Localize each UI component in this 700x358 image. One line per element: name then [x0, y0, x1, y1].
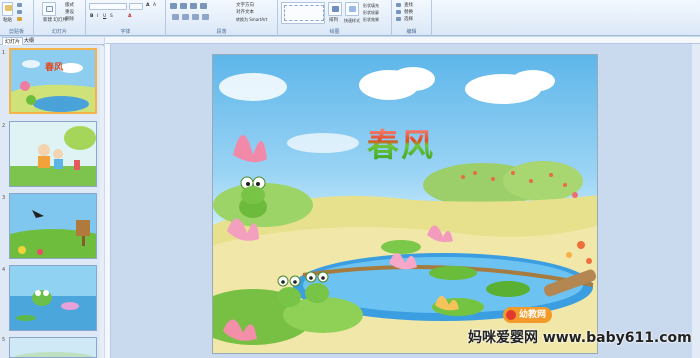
smartart-button[interactable]: 转换为 SmartArt	[236, 17, 267, 22]
tab-outline[interactable]: 大纲	[22, 37, 36, 45]
shape-fill-button[interactable]: 形状填充	[363, 3, 379, 8]
clipboard-icon	[5, 5, 12, 11]
arrange-label: 排列	[329, 18, 338, 23]
paste-button[interactable]	[2, 2, 13, 16]
bold-icon[interactable]: B	[90, 14, 93, 19]
select-icon	[396, 17, 401, 21]
arrange-icon	[332, 6, 339, 12]
tab-slides[interactable]: 幻灯片	[2, 37, 24, 45]
find-button[interactable]: 查找	[404, 3, 413, 8]
slides-group-label: 幻灯片	[51, 29, 67, 35]
select-button[interactable]: 选择	[404, 17, 413, 22]
slide-logo-text: 幼教网	[519, 310, 547, 320]
editing-group: 查找 替换 选择 编辑	[392, 0, 432, 36]
editing-group-label: 编辑	[406, 29, 417, 35]
slide-5-preview	[10, 338, 96, 357]
text-direction-button[interactable]: 文字方向	[236, 3, 254, 8]
slide-title[interactable]: 春风	[367, 120, 435, 166]
slide-number: 3	[2, 195, 6, 201]
site-watermark: 妈咪爱婴网 www.baby611.com	[468, 330, 692, 346]
quick-styles-button[interactable]	[345, 2, 359, 16]
underline-icon[interactable]: U	[103, 14, 106, 19]
shapes-gallery[interactable]	[281, 2, 325, 24]
replace-icon	[396, 10, 401, 14]
slide-thumbnail-1[interactable]: 春风	[9, 48, 97, 114]
replace-button[interactable]: 替换	[404, 10, 413, 15]
shape-outline-button[interactable]: 形状轮廓	[363, 10, 379, 15]
ribbon: 粘贴 剪贴板 新建 幻灯片 版式 重设 删除 幻灯片 A A B I U S A…	[0, 0, 700, 36]
slide-1-title: 春风	[45, 63, 64, 73]
font-color-icon[interactable]: A	[128, 14, 131, 19]
vertical-ruler	[105, 44, 111, 358]
drawing-group: 排列 快速样式 形状填充 形状轮廓 形状效果 绘图	[278, 0, 392, 36]
new-slide-icon	[46, 6, 53, 12]
slide-thumbnail-5[interactable]	[9, 337, 97, 358]
align-left-icon[interactable]	[172, 14, 179, 20]
slide-thumbnail-4[interactable]	[9, 265, 97, 331]
shape-effects-button[interactable]: 形状效果	[363, 17, 379, 22]
panel-tabs: 幻灯片 大纲	[0, 37, 104, 45]
find-icon	[396, 3, 401, 7]
paragraph-group: 文字方向 对齐文本 转换为 SmartArt 段落	[166, 0, 278, 36]
delete-button[interactable]: 删除	[65, 17, 74, 22]
slide-number: 5	[2, 337, 6, 343]
paragraph-group-label: 段落	[216, 29, 227, 35]
apple-icon	[506, 310, 516, 320]
shapes-icon	[284, 5, 324, 21]
slide-4-preview	[10, 266, 96, 330]
italic-icon[interactable]: I	[97, 14, 98, 19]
font-group-label: 字体	[120, 29, 131, 35]
slide-logo: 幼教网	[503, 307, 553, 323]
drawing-group-label: 绘图	[329, 29, 340, 35]
slides-panel: 幻灯片 大纲 1 春风 2 3 4 5	[0, 37, 104, 358]
vertical-scrollbar[interactable]	[692, 44, 700, 358]
horizontal-ruler	[105, 37, 700, 44]
new-slide-button[interactable]	[42, 2, 56, 16]
grow-font-icon[interactable]: A	[146, 3, 149, 8]
panel-scrollbar[interactable]	[100, 46, 104, 358]
font-group: A A B I U S A 字体	[86, 0, 166, 36]
decrease-indent-icon[interactable]	[190, 3, 197, 9]
slide-number: 2	[2, 123, 6, 129]
arrange-button[interactable]	[328, 2, 342, 16]
slide-number: 1	[2, 50, 6, 56]
clipboard-group: 粘贴 剪贴板	[0, 0, 34, 36]
font-size-dropdown[interactable]	[129, 3, 143, 10]
shrink-font-icon[interactable]: A	[153, 3, 156, 8]
slide-3-preview	[10, 194, 96, 258]
slide-2-preview	[10, 122, 96, 186]
format-painter-icon[interactable]	[17, 17, 22, 21]
numbering-icon[interactable]	[180, 3, 187, 9]
slide-thumbnail-3[interactable]	[9, 193, 97, 259]
slides-group: 新建 幻灯片 版式 重设 删除 幻灯片	[34, 0, 86, 36]
justify-icon[interactable]	[202, 14, 209, 20]
cut-icon[interactable]	[17, 3, 22, 7]
quick-styles-label: 快速样式	[344, 18, 360, 23]
slide-thumbnail-2[interactable]	[9, 121, 97, 187]
layout-button[interactable]: 版式	[65, 3, 74, 8]
new-slide-label: 新建 幻灯片	[43, 18, 67, 23]
reset-button[interactable]: 重设	[65, 10, 74, 15]
clipboard-group-label: 剪贴板	[8, 29, 24, 35]
increase-indent-icon[interactable]	[200, 3, 207, 9]
slide-number: 4	[2, 267, 6, 273]
align-center-icon[interactable]	[182, 14, 189, 20]
align-text-button[interactable]: 对齐文本	[236, 10, 254, 15]
paste-label: 粘贴	[3, 18, 12, 23]
main-slide[interactable]: 幼教网	[212, 54, 598, 354]
strikethrough-icon[interactable]: S	[110, 14, 113, 19]
font-name-dropdown[interactable]	[89, 3, 127, 10]
align-right-icon[interactable]	[192, 14, 199, 20]
quick-styles-icon	[349, 6, 356, 12]
bullets-icon[interactable]	[170, 3, 177, 9]
copy-icon[interactable]	[17, 10, 22, 14]
